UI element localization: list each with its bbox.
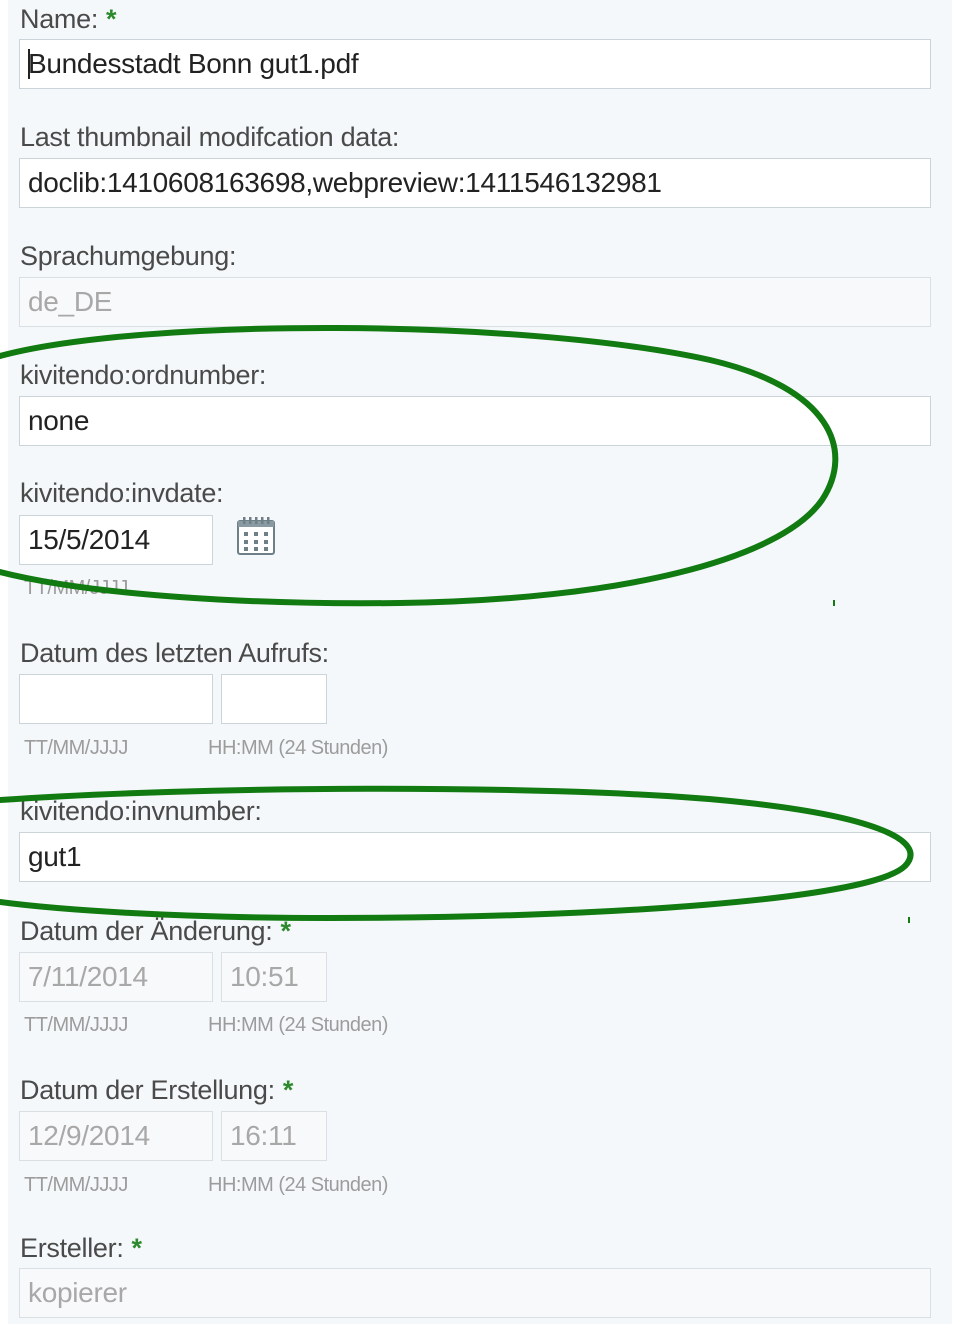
last-access-label: Datum des letzten Aufrufs: [20, 638, 329, 668]
modified-label: Datum der Änderung: * [20, 916, 291, 946]
modified-date-input: 7/11/2014 [19, 952, 213, 1002]
name-input[interactable]: Bundesstadt Bonn gut1.pdf [19, 39, 931, 89]
modified-time-hint: HH:MM (24 Stunden) [208, 1014, 388, 1036]
created-date-input: 12/9/2014 [19, 1111, 213, 1161]
invnumber-label: kivitendo:invnumber: [20, 796, 262, 826]
text-caret [28, 48, 30, 79]
creator-input: kopierer [19, 1268, 931, 1318]
last-access-time-input[interactable] [221, 674, 327, 724]
invdate-input[interactable]: 15/5/2014 [19, 515, 213, 565]
invdate-format-hint: TT/MM/JJJJ [24, 577, 128, 599]
created-label: Datum der Erstellung: * [20, 1075, 294, 1105]
last-access-time-hint: HH:MM (24 Stunden) [208, 737, 388, 759]
invdate-label: kivitendo:invdate: [20, 478, 224, 508]
thumbnail-label: Last thumbnail modifcation data: [20, 122, 400, 152]
last-access-date-hint: TT/MM/JJJJ [24, 737, 128, 759]
ordnumber-label: kivitendo:ordnumber: [20, 360, 267, 390]
creator-label: Ersteller: * [20, 1233, 143, 1263]
modified-date-hint: TT/MM/JJJJ [24, 1014, 128, 1036]
created-date-hint: TT/MM/JJJJ [24, 1174, 128, 1196]
locale-input: de_DE [19, 277, 931, 327]
required-marker: * [131, 1233, 143, 1263]
last-access-date-input[interactable] [19, 674, 213, 724]
invnumber-input[interactable]: gut1 [19, 832, 931, 882]
calendar-icon[interactable] [236, 516, 276, 556]
name-label: Name: * [20, 4, 117, 34]
required-marker: * [282, 1075, 294, 1105]
required-marker: * [106, 4, 117, 34]
locale-label: Sprachumgebung: [20, 241, 237, 271]
ordnumber-input[interactable]: none [19, 396, 931, 446]
created-time-hint: HH:MM (24 Stunden) [208, 1174, 388, 1196]
thumbnail-input[interactable]: doclib:1410608163698,webpreview:14115461… [19, 158, 931, 208]
created-time-input: 16:11 [221, 1111, 327, 1161]
modified-time-input: 10:51 [221, 952, 327, 1002]
required-marker: * [280, 916, 291, 946]
